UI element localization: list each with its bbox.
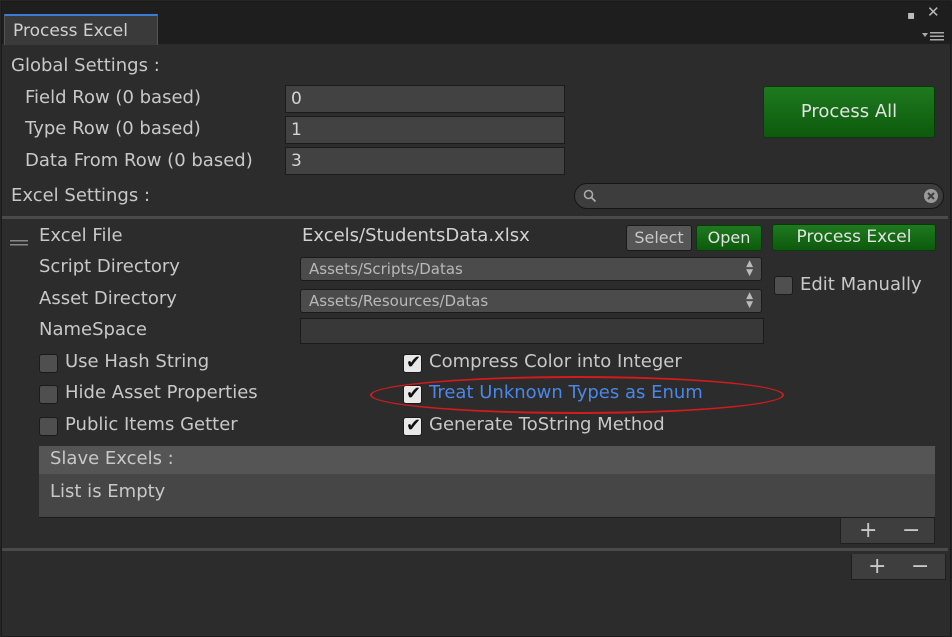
hide-asset-properties-label: Hide Asset Properties bbox=[65, 382, 258, 403]
annotation-highlight-ring bbox=[370, 376, 784, 414]
excel-remove-button[interactable]: − bbox=[911, 556, 929, 578]
excel-file-value: Excels/StudentsData.xlsx bbox=[302, 225, 530, 246]
dropdown-arrows-icon: ▲ ▼ bbox=[746, 259, 753, 278]
compress-color-label: Compress Color into Integer bbox=[429, 351, 682, 372]
namespace-label: NameSpace bbox=[39, 319, 147, 340]
field-row-input[interactable]: 0 bbox=[285, 85, 565, 113]
slave-excels-heading: Slave Excels : bbox=[50, 448, 174, 469]
use-hash-string-checkbox[interactable] bbox=[39, 354, 58, 373]
excel-list-controls: + − bbox=[851, 554, 946, 580]
select-button[interactable]: Select bbox=[626, 225, 692, 251]
script-directory-label: Script Directory bbox=[39, 256, 180, 277]
search-icon bbox=[583, 189, 597, 203]
edit-manually-checkbox[interactable] bbox=[774, 276, 793, 295]
namespace-input[interactable] bbox=[300, 318, 764, 344]
slave-excels-list: List is Empty bbox=[39, 474, 935, 518]
use-hash-string-label: Use Hash String bbox=[65, 351, 210, 372]
public-items-getter-checkbox[interactable] bbox=[39, 417, 58, 436]
asset-directory-value: Assets/Resources/Datas bbox=[309, 292, 489, 310]
asset-directory-label: Asset Directory bbox=[39, 288, 177, 309]
open-button[interactable]: Open bbox=[696, 225, 762, 251]
slave-excels-empty-text: List is Empty bbox=[50, 481, 166, 502]
dropdown-arrows-icon: ▲ ▼ bbox=[746, 291, 753, 310]
script-directory-dropdown[interactable]: Assets/Scripts/Datas ▲ ▼ bbox=[300, 257, 762, 281]
slave-excels-header: Slave Excels : bbox=[39, 446, 935, 474]
close-icon[interactable]: ✕ bbox=[927, 5, 940, 20]
excel-settings-heading: Excel Settings : bbox=[11, 185, 151, 206]
global-settings-heading: Global Settings : bbox=[11, 55, 160, 76]
script-directory-value: Assets/Scripts/Datas bbox=[309, 260, 463, 278]
excel-add-button[interactable]: + bbox=[868, 556, 886, 578]
field-row-label: Field Row (0 based) bbox=[25, 87, 201, 108]
tab-process-excel[interactable]: Process Excel bbox=[4, 14, 158, 45]
excel-file-label: Excel File bbox=[39, 225, 123, 246]
asset-directory-dropdown[interactable]: Assets/Resources/Datas ▲ ▼ bbox=[300, 289, 762, 313]
tab-title: Process Excel bbox=[13, 21, 128, 41]
maximize-icon[interactable]: ▪ bbox=[907, 9, 915, 21]
slave-remove-button[interactable]: − bbox=[902, 520, 920, 542]
public-items-getter-label: Public Items Getter bbox=[65, 414, 238, 435]
search-field[interactable] bbox=[574, 183, 944, 209]
process-excel-window: Process Excel ▪ ✕ Global Settings : Fiel… bbox=[1, 1, 952, 637]
hide-asset-properties-checkbox[interactable] bbox=[39, 385, 58, 404]
edit-manually-label: Edit Manually bbox=[800, 274, 922, 295]
type-row-label: Type Row (0 based) bbox=[25, 118, 201, 139]
checkmark-icon: ✔ bbox=[406, 415, 422, 436]
section-separator bbox=[2, 548, 948, 551]
process-all-button[interactable]: Process All bbox=[763, 86, 935, 138]
drag-handle-icon[interactable] bbox=[10, 233, 28, 246]
section-separator bbox=[2, 216, 948, 219]
slave-add-button[interactable]: + bbox=[859, 520, 877, 542]
kebab-menu-icon[interactable] bbox=[920, 26, 946, 41]
type-row-input[interactable]: 1 bbox=[285, 116, 565, 144]
process-excel-button[interactable]: Process Excel bbox=[772, 224, 936, 251]
data-from-row-label: Data From Row (0 based) bbox=[25, 150, 253, 171]
slave-list-controls: + − bbox=[840, 518, 935, 544]
compress-color-checkbox[interactable]: ✔ bbox=[403, 352, 422, 373]
checkmark-icon: ✔ bbox=[406, 352, 422, 373]
generate-tostring-checkbox[interactable]: ✔ bbox=[403, 415, 422, 436]
generate-tostring-label: Generate ToString Method bbox=[429, 414, 665, 435]
clear-search-icon[interactable] bbox=[923, 188, 939, 204]
data-from-row-input[interactable]: 3 bbox=[285, 147, 565, 175]
